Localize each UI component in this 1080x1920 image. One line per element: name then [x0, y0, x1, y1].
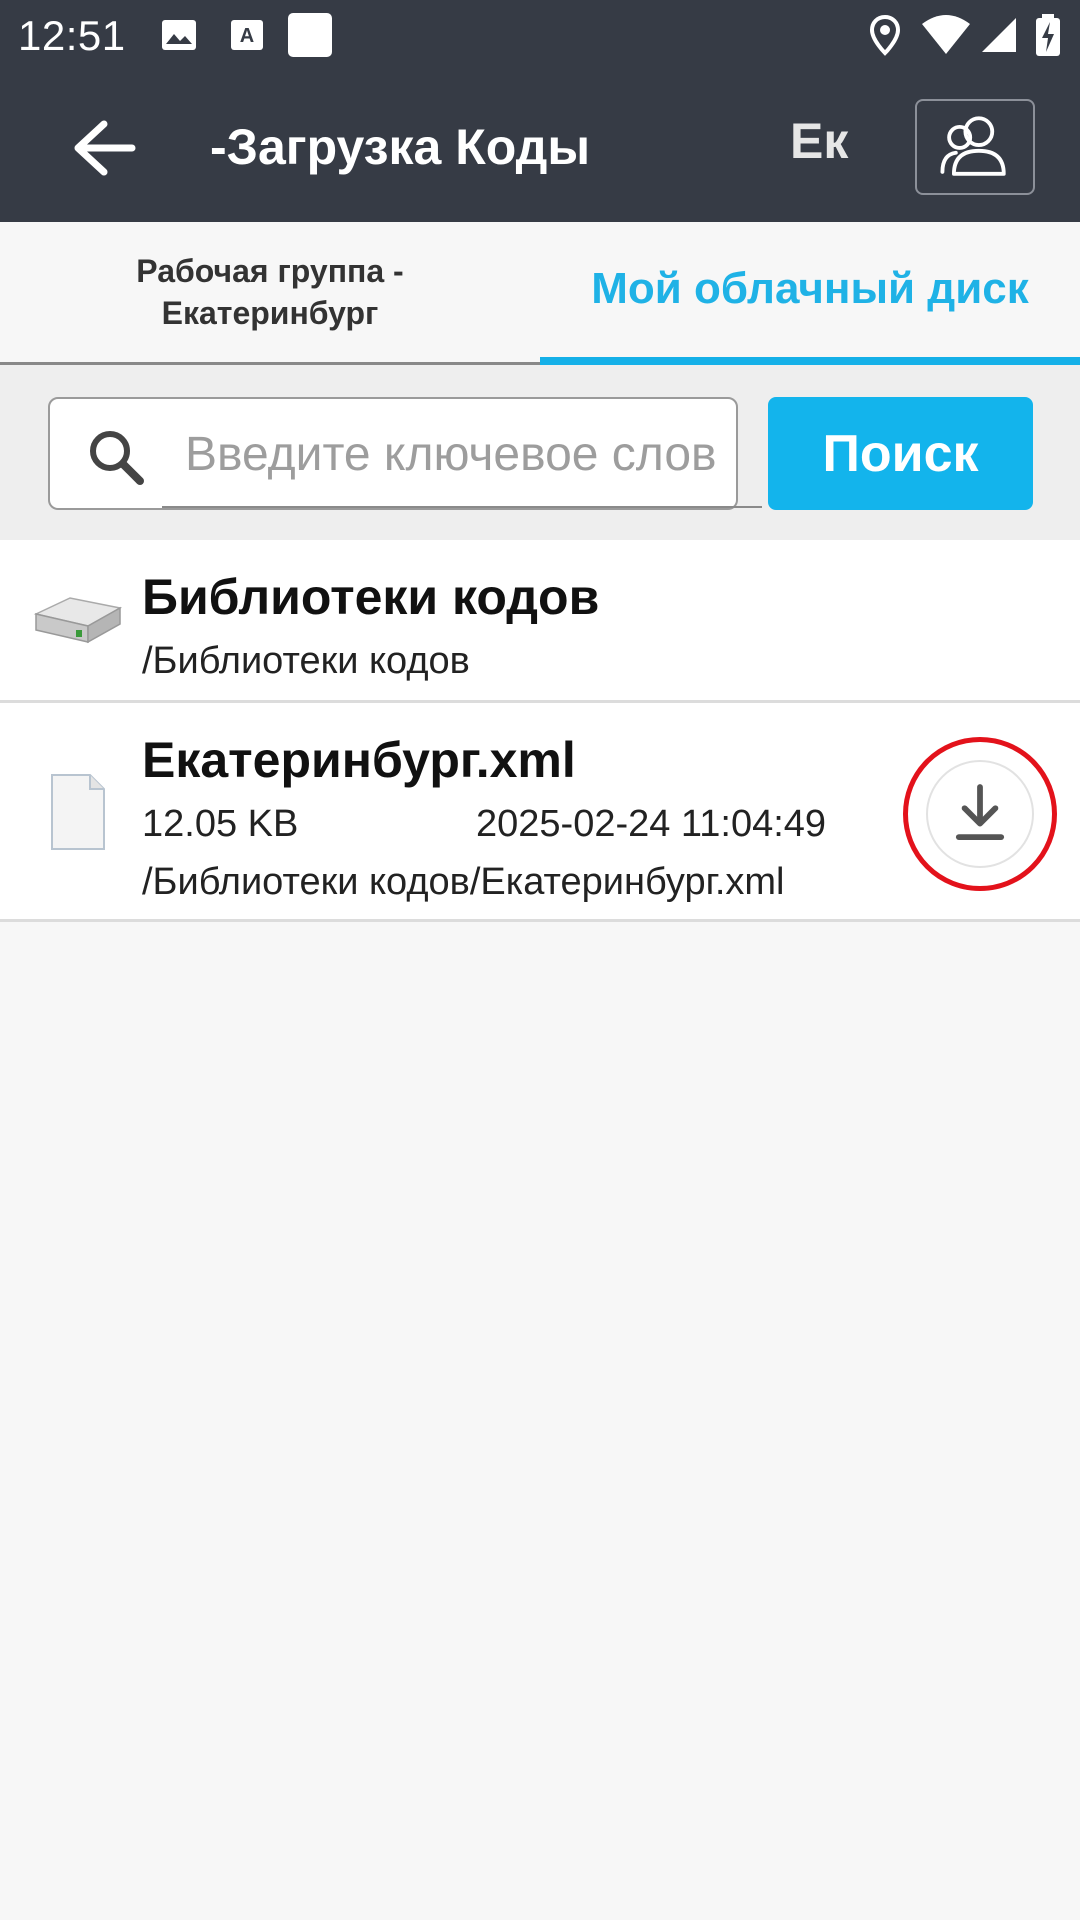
hard-drive-icon [33, 597, 123, 644]
tab-my-cloud-disk[interactable]: Мой облачный диск [540, 222, 1080, 365]
workgroup-button[interactable] [915, 99, 1035, 195]
tab-bar: Рабочая группа - Екатеринбург Мой облачн… [0, 222, 1080, 365]
search-icon [90, 431, 144, 485]
search-input-underline [162, 506, 762, 508]
search-input[interactable] [185, 417, 715, 491]
back-arrow-icon[interactable] [70, 118, 140, 178]
blank-square-icon [288, 13, 332, 57]
item-name: Библиотеки кодов [142, 569, 600, 625]
image-icon [162, 20, 196, 50]
active-tab-indicator [540, 357, 1080, 365]
users-icon [940, 116, 1006, 176]
file-list: Библиотеки кодов /Библиотеки кодов Екате… [0, 540, 1080, 922]
svg-text:A: A [240, 25, 254, 47]
status-bar: 12:51 A [0, 0, 1080, 72]
item-date: 2025-02-24 11:04:49 [476, 803, 827, 845]
tab-workgroup[interactable]: Рабочая группа - Екатеринбург [0, 222, 540, 365]
download-highlight-ring [903, 737, 1057, 891]
text-a-icon: A [231, 20, 263, 50]
list-item[interactable]: Библиотеки кодов /Библиотеки кодов [0, 540, 1080, 703]
item-path: /Библиотеки кодов/Екатеринбург.xml [142, 861, 785, 903]
search-bar: Поиск [0, 365, 1080, 540]
search-box[interactable] [48, 397, 762, 510]
page-title: -Загрузка Коды [210, 119, 591, 175]
file-icon [51, 774, 105, 850]
app-bar: -Загрузка Коды Ек [0, 72, 1080, 222]
signal-icon [982, 18, 1016, 52]
search-button[interactable]: Поиск [768, 397, 1033, 510]
status-time: 12:51 [18, 12, 126, 59]
battery-charging-icon [1036, 14, 1060, 56]
item-path: /Библиотеки кодов [142, 640, 470, 682]
title-overflow: Ек [790, 113, 849, 169]
location-icon [869, 14, 901, 56]
list-item[interactable]: Екатеринбург.xml 12.05 KB 2025-02-24 11:… [0, 703, 1080, 922]
item-name: Екатеринбург.xml [142, 732, 576, 788]
wifi-icon [922, 15, 970, 54]
item-size: 12.05 KB [142, 803, 299, 845]
